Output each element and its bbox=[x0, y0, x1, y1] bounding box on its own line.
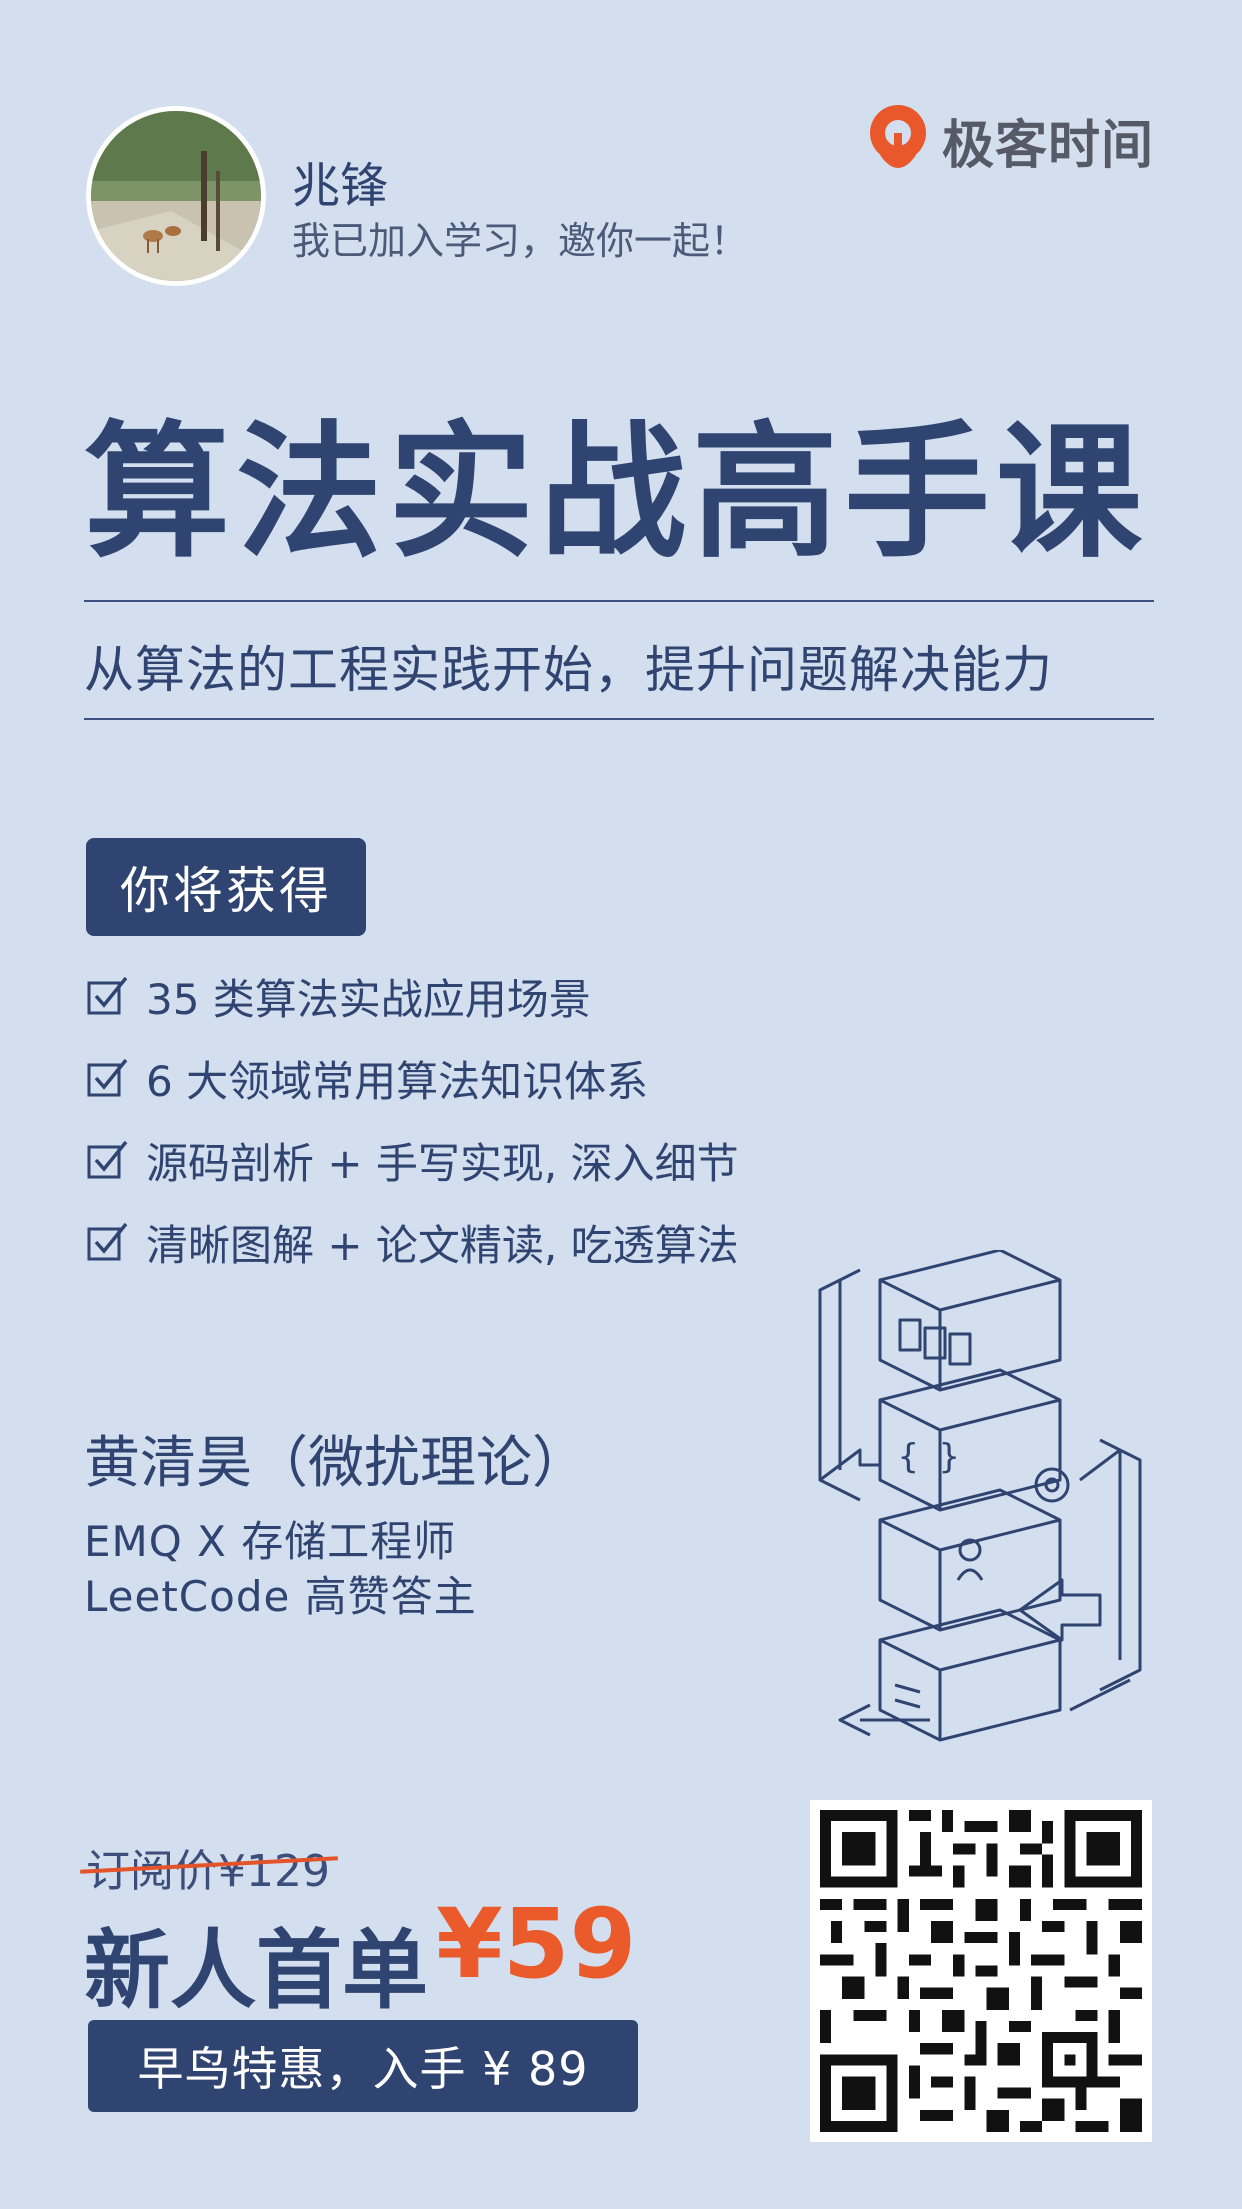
checkbox-checked-icon bbox=[87, 976, 128, 1015]
course-subtitle: 从算法的工程实践开始，提升问题解决能力 bbox=[84, 641, 1053, 699]
benefit-item: 清晰图解 + 论文精读, 吃透算法 bbox=[86, 1212, 739, 1272]
qr-code-icon bbox=[820, 1810, 1142, 2132]
benefit-label: 清晰图解 + 论文精读, 吃透算法 bbox=[146, 1220, 739, 1270]
benefit-item: 6 大领域常用算法知识体系 bbox=[86, 1048, 648, 1108]
benefit-label: 6 大领域常用算法知识体系 bbox=[146, 1056, 649, 1106]
invite-text: 我已加入学习，邀你一起！ bbox=[292, 219, 749, 263]
original-price: 订阅价¥129 bbox=[80, 1835, 338, 1899]
benefits-heading: 你将获得 bbox=[86, 838, 366, 936]
server-stack-illustration: { } bbox=[818, 1250, 1142, 1742]
qr-code[interactable] bbox=[810, 1800, 1152, 2142]
brand-name: 极客时间 bbox=[942, 115, 1155, 176]
new-user-price: ¥59 bbox=[436, 1888, 637, 2000]
checkbox-checked-icon bbox=[87, 1140, 128, 1179]
subtitle-divider bbox=[84, 718, 1154, 720]
author-role: LeetCode 高赞答主 bbox=[84, 1572, 477, 1621]
checkbox-checked-icon bbox=[87, 1058, 128, 1097]
early-bird-badge: 早鸟特惠，入手 ¥ 89 bbox=[88, 2020, 638, 2112]
benefit-item: 源码剖析 + 手写实现, 深入细节 bbox=[86, 1130, 739, 1190]
avatar bbox=[86, 106, 266, 286]
brand-logo: 极客时间 bbox=[866, 102, 1154, 178]
new-user-label: 新人首单 bbox=[84, 1921, 428, 2021]
user-name: 兆锋 bbox=[292, 158, 389, 214]
author-name: 黄清昊（微扰理论） bbox=[84, 1431, 588, 1496]
course-title: 算法实战高手课 bbox=[84, 408, 1148, 578]
benefit-label: 源码剖析 + 手写实现, 深入细节 bbox=[146, 1138, 739, 1188]
avatar-photo bbox=[91, 111, 261, 281]
brand-icon bbox=[870, 105, 926, 168]
author-role: EMQ X 存储工程师 bbox=[84, 1517, 457, 1566]
svg-text:{ }: { } bbox=[898, 1437, 959, 1477]
checkbox-checked-icon bbox=[87, 1222, 128, 1261]
title-divider bbox=[84, 600, 1154, 602]
benefit-item: 35 类算法实战应用场景 bbox=[86, 966, 591, 1026]
benefit-label: 35 类算法实战应用场景 bbox=[146, 974, 591, 1024]
